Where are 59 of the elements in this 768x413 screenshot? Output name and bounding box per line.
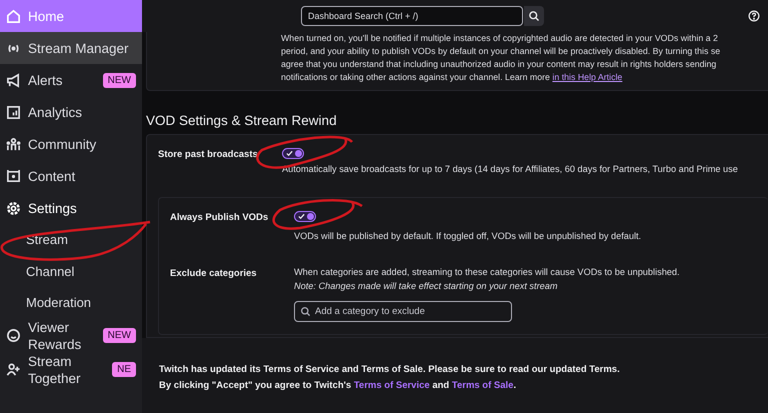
setting-label: Store past broadcasts bbox=[158, 148, 259, 162]
help-icon[interactable] bbox=[748, 10, 760, 22]
search-icon bbox=[528, 10, 540, 22]
section-heading: VOD Settings & Stream Rewind bbox=[146, 113, 338, 128]
chart-icon bbox=[6, 104, 21, 120]
megaphone-icon bbox=[6, 72, 21, 88]
description-text: Automatically save broadcasts for up to 7 days (14 days for Affiliates, 60 days for Partners, Turbo and Prime use bbox=[282, 163, 738, 175]
sidebar-item[interactable]: Analytics bbox=[0, 96, 142, 128]
banner-text: and bbox=[431, 380, 450, 391]
note-text: Note: Changes made will take effect starting on your next stream bbox=[294, 280, 559, 292]
item-label: Analytics bbox=[28, 104, 84, 120]
item-label: Settings bbox=[28, 200, 78, 216]
sidebar-item[interactable]: Viewer Rewards NEW bbox=[0, 318, 142, 352]
description-text: agree that you understand that including unauthorized audio in your content may result in rights holders sending bbox=[281, 58, 718, 71]
description-text: When turned on, you'll be notified if multiple instances of copyrighted audio are detected in your VODs within a 2 bbox=[281, 32, 719, 45]
item-label: Home bbox=[28, 8, 66, 24]
banner-text: . bbox=[513, 380, 516, 391]
new-badge: NEW bbox=[102, 328, 136, 343]
sidebar-item[interactable]: Stream Manager bbox=[0, 32, 142, 64]
terms-link[interactable]: Terms of Service bbox=[354, 380, 430, 391]
setting-label: Always Publish VODs bbox=[170, 211, 270, 225]
sidebar-item[interactable]: Alerts NEW bbox=[0, 64, 142, 96]
toggle-switch[interactable] bbox=[294, 211, 316, 222]
search-icon bbox=[300, 306, 311, 317]
item-label: Stream Manager bbox=[28, 40, 130, 56]
description-text: VODs will be published by default. If toggled off, VODs will be unpublished by default. bbox=[294, 230, 642, 242]
settings-icon bbox=[6, 200, 21, 216]
description-text: period, and your ability to publish VODs by default on your channel will be proactively disabled. By turning this se bbox=[281, 45, 722, 58]
item-label: Viewer Rewards bbox=[28, 318, 82, 352]
toggle-switch[interactable] bbox=[282, 148, 304, 159]
home-icon bbox=[6, 8, 21, 24]
sidebar-item[interactable]: Stream Together NE bbox=[0, 352, 142, 386]
new-badge: NEW bbox=[102, 72, 136, 88]
new-badge: NE bbox=[112, 362, 136, 377]
search-button[interactable] bbox=[524, 6, 544, 26]
screen-icon bbox=[6, 168, 21, 184]
terms-link[interactable]: Terms of Sale bbox=[452, 380, 514, 391]
banner-text: Twitch has updated its Terms of Service and Terms of Sale. Please be sure to read our updated Terms. bbox=[159, 364, 621, 375]
category-search-field[interactable]: Add a category to exclude bbox=[294, 301, 512, 322]
setting-label: Exclude categories bbox=[170, 267, 258, 281]
sidebar-item[interactable]: Community bbox=[0, 128, 142, 160]
banner-text: By clicking "Accept" you agree to Twitch's bbox=[159, 380, 352, 391]
check-icon bbox=[298, 213, 305, 220]
item-label: Stream Together bbox=[28, 352, 82, 386]
sidebar-subitem[interactable]: Moderation bbox=[0, 287, 142, 318]
sidebar-item[interactable]: Settings bbox=[0, 192, 142, 224]
check-icon bbox=[286, 150, 293, 157]
add-person-icon bbox=[6, 362, 21, 377]
item-label: Community bbox=[28, 136, 98, 152]
description-text: When categories are added, streaming to these categories will cause VODs to be unpublished. bbox=[294, 266, 680, 278]
item-label: Alerts bbox=[28, 72, 64, 88]
help-article-link[interactable]: in this Help Article bbox=[552, 72, 622, 82]
sidebar-subitem[interactable]: Channel bbox=[0, 256, 142, 287]
sidebar-item[interactable]: Content bbox=[0, 160, 142, 192]
smiley-icon bbox=[6, 328, 21, 343]
description-text: notifications or taking other actions against your channel. Learn more bbox=[281, 72, 551, 82]
search-field[interactable]: Dashboard Search (Ctrl + /) bbox=[301, 6, 523, 26]
item-label: Content bbox=[28, 168, 76, 184]
people-icon bbox=[6, 136, 21, 152]
